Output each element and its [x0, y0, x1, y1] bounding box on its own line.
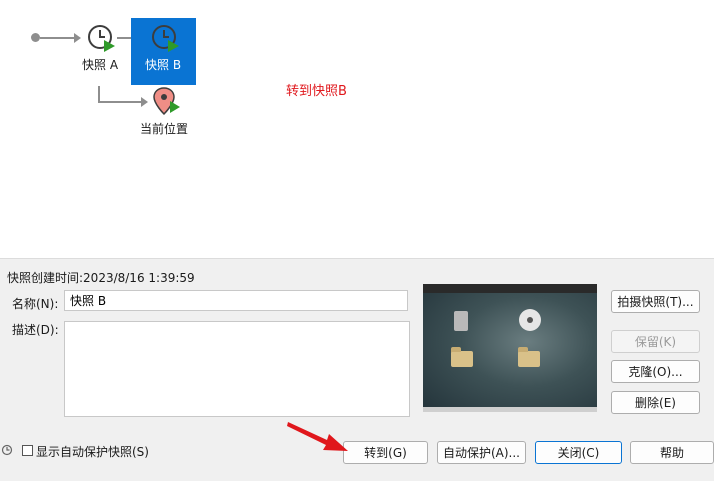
snapshot-b-label: 快照 B: [145, 58, 182, 72]
snapshot-a-label: 快照 A: [82, 58, 119, 72]
close-button[interactable]: 关闭(C): [535, 441, 622, 464]
name-label: 名称(N):: [12, 297, 59, 311]
annotation-text: 转到快照B: [286, 84, 347, 99]
show-autoprotect-checkbox[interactable]: [22, 445, 33, 456]
thumbnail-bottombar: [423, 407, 597, 412]
snapshot-a-node[interactable]: 快照 A: [78, 18, 128, 78]
current-state-label: 当前位置: [140, 122, 189, 136]
current-state-node[interactable]: 当前位置: [136, 86, 196, 136]
snapshot-thumbnail: [423, 284, 597, 412]
connector-line: [98, 86, 100, 102]
goto-button[interactable]: 转到(G): [343, 441, 428, 464]
trash-icon: [454, 311, 468, 331]
clock-icon: [88, 25, 115, 52]
help-button[interactable]: 帮助: [630, 441, 714, 464]
connector-line: [40, 37, 76, 39]
clone-button[interactable]: 克隆(O)...: [611, 360, 700, 383]
description-input[interactable]: [64, 321, 410, 417]
description-label: 描述(D):: [12, 323, 59, 337]
root-node-dot: [31, 33, 40, 42]
keep-button[interactable]: 保留(K): [611, 330, 700, 353]
created-time-label: 快照创建时间:2023/8/16 1:39:59: [7, 271, 195, 285]
clock-icon: [152, 25, 179, 52]
disc-icon: [519, 309, 541, 331]
folder-icon: [518, 347, 540, 367]
annotation-arrow-icon: [287, 422, 348, 451]
snapshot-b-node[interactable]: 快照 B: [131, 18, 196, 85]
autoprotect-button[interactable]: 自动保护(A)...: [437, 441, 526, 464]
name-input[interactable]: [64, 290, 408, 311]
history-icon: [1, 444, 13, 456]
snapshot-details-panel: 快照创建时间:2023/8/16 1:39:59 名称(N): 描述(D): 拍…: [0, 258, 714, 481]
location-pin-icon: [153, 87, 180, 116]
take-snapshot-button[interactable]: 拍摄快照(T)...: [611, 290, 700, 313]
folder-icon: [451, 347, 473, 367]
show-autoprotect-label: 显示自动保护快照(S): [36, 445, 149, 459]
thumbnail-topbar: [423, 284, 597, 293]
delete-button[interactable]: 删除(E): [611, 391, 700, 414]
